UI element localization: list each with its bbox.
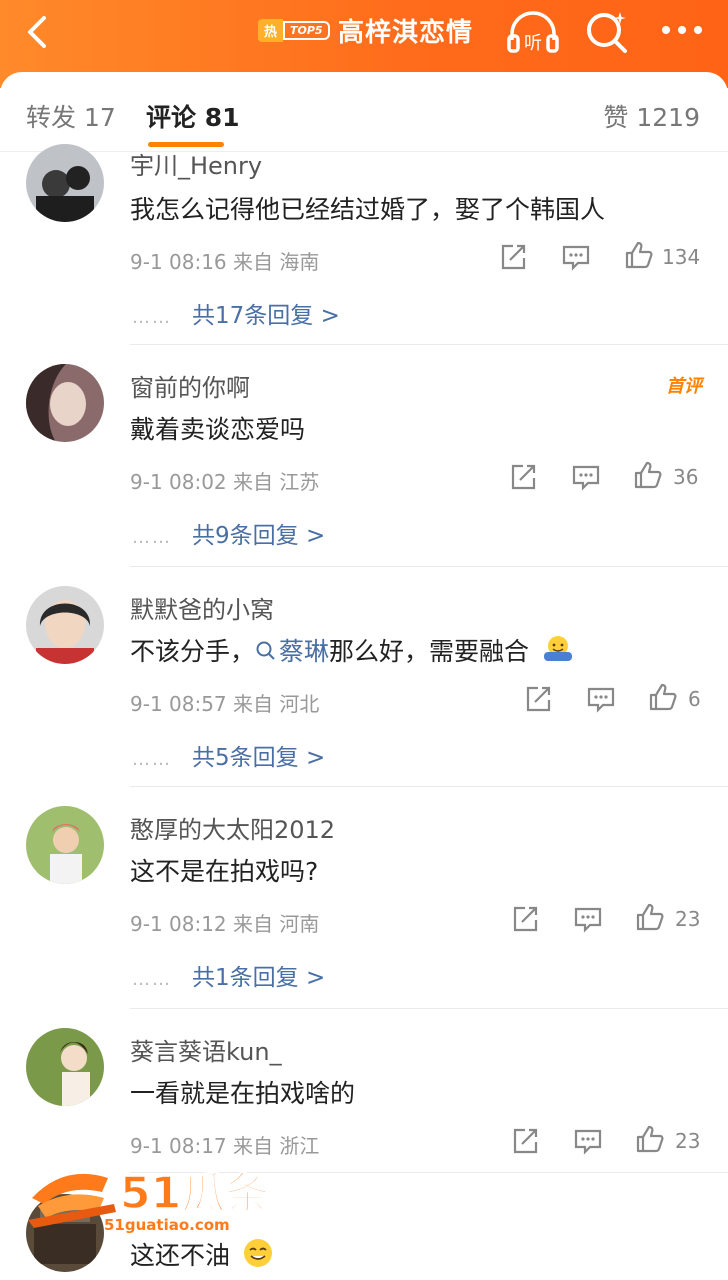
share-icon[interactable] [510, 904, 540, 934]
username[interactable]: 默默爸的小窝 [130, 590, 274, 625]
comment-item: 憨厚的大太阳2012 这不是在拍戏吗? 9-1 08:12 来自 河南 23 …… [0, 806, 728, 1009]
comment-icon[interactable] [571, 462, 601, 492]
like-count: 23 [675, 907, 701, 931]
share-icon[interactable] [510, 1126, 540, 1156]
comment-icon[interactable] [586, 684, 616, 714]
username[interactable]: 憨厚的大太阳2012 [130, 810, 335, 845]
comment-item: 默默爸的小窝 不该分手， 蔡琳那么好，需要融合 9-1 08:57 来自 河北 6… [0, 586, 728, 787]
hug-emoji-icon [544, 636, 572, 661]
like-count: 6 [688, 687, 701, 711]
comment-icon[interactable] [573, 1126, 603, 1156]
tab-repost[interactable]: 转发 17 [26, 98, 116, 134]
share-icon[interactable] [498, 242, 528, 272]
like-thumb-icon[interactable] [633, 460, 663, 490]
comment-text: 这不是在拍戏吗? [130, 857, 319, 886]
reply-count[interactable]: 共1条回复 > [192, 965, 325, 991]
like-thumb-icon[interactable] [635, 902, 665, 932]
hot-rank-badge: 热 TOP5 [258, 16, 330, 44]
watermark-brand: 51瓜条 [120, 1168, 269, 1219]
like-thumb-icon[interactable] [648, 682, 678, 712]
topic-title[interactable]: 高梓淇恋情 [338, 12, 473, 49]
comment-text: 不该分手， 蔡琳那么好，需要融合 [130, 632, 575, 668]
reply-dots: …… [132, 527, 172, 548]
first-comment-badge: 首评 [666, 376, 702, 397]
tab-like[interactable]: 赞 1219 [603, 98, 700, 134]
username[interactable]: 窗前的你啊 [130, 368, 250, 403]
topic-search-icon [256, 641, 275, 660]
search-icon[interactable] [584, 8, 630, 54]
reply-count[interactable]: 共5条回复 > [192, 745, 325, 771]
like-thumb-icon[interactable] [624, 240, 654, 270]
smug-emoji-icon [243, 1239, 272, 1267]
back-arrow-icon[interactable] [18, 12, 58, 52]
share-icon[interactable] [523, 684, 553, 714]
comment-tabs: 转发 17 评论 81 赞 1219 [0, 72, 728, 152]
comment-item: 窗前的你啊 首评 戴着卖谈恋爱吗 9-1 08:02 来自 江苏 36 …… 共9… [0, 364, 728, 567]
avatar[interactable] [26, 364, 104, 442]
more-options-icon[interactable] [660, 22, 704, 38]
hot-label: 热 [258, 18, 284, 42]
like-thumb-icon[interactable] [635, 1124, 665, 1154]
comment-item: 葵言葵语kun_ 一看就是在拍戏啥的 9-1 08:17 来自 浙江 23 [0, 1028, 728, 1173]
comment-icon[interactable] [561, 242, 591, 272]
avatar[interactable] [26, 586, 104, 664]
reply-dots: …… [132, 749, 172, 770]
view-replies-link[interactable]: …… 共5条回复 > [132, 738, 325, 772]
avatar[interactable] [26, 806, 104, 884]
share-icon[interactable] [508, 462, 538, 492]
divider [130, 344, 728, 345]
avatar[interactable] [26, 1028, 104, 1106]
watermark-logo: 51瓜条 51guatiao.com [24, 1158, 284, 1238]
username[interactable]: 宇川_Henry [130, 152, 262, 181]
watermark-graphic: 51瓜条 51guatiao.com [28, 1167, 270, 1234]
comment-meta: 9-1 08:16 来自 海南 [130, 250, 320, 274]
view-replies-link[interactable]: …… 共17条回复 > [132, 296, 340, 330]
reply-count[interactable]: 共9条回复 > [192, 523, 325, 549]
topic-name[interactable]: 蔡琳 [279, 637, 329, 666]
comment-meta: 9-1 08:12 来自 河南 [130, 912, 320, 936]
comment-text: 一看就是在拍戏啥的 [130, 1079, 356, 1108]
topic-link[interactable]: 蔡琳 [255, 637, 329, 666]
comment-meta: 9-1 08:57 来自 河北 [130, 692, 320, 716]
like-count: 36 [673, 465, 699, 489]
comment-text: 戴着卖谈恋爱吗 [130, 415, 306, 444]
listen-label: 听 [524, 33, 542, 54]
comment-text: 这还不油 [130, 1236, 274, 1272]
watermark-url: 51guatiao.com [104, 1216, 230, 1234]
comment-icon[interactable] [573, 904, 603, 934]
comment-text-body: 这还不油 [130, 1241, 231, 1270]
reply-dots: …… [132, 307, 172, 328]
comment-text-prefix: 不该分手， [130, 637, 256, 666]
comment-item: 宇川_Henry 我怎么记得他已经结过婚了，娶了个韩国人 9-1 08:16 来… [0, 144, 728, 345]
comment-text: 我怎么记得他已经结过婚了，娶了个韩国人 [130, 195, 606, 224]
view-replies-link[interactable]: …… 共9条回复 > [132, 516, 325, 550]
reply-dots: …… [132, 969, 172, 990]
avatar[interactable] [26, 144, 104, 222]
view-replies-link[interactable]: …… 共1条回复 > [132, 958, 325, 992]
comment-meta: 9-1 08:02 来自 江苏 [130, 470, 320, 494]
comment-text-suffix: 那么好，需要融合 [329, 637, 530, 666]
like-count: 134 [662, 245, 701, 269]
username[interactable]: 葵言葵语kun_ [130, 1032, 282, 1067]
divider [130, 786, 728, 787]
listen-headphone-icon[interactable]: 听 [506, 8, 560, 56]
top-rank-label: TOP5 [283, 20, 330, 40]
divider [130, 566, 728, 567]
reply-count[interactable]: 共17条回复 > [192, 303, 340, 329]
active-tab-indicator [148, 142, 224, 147]
like-count: 23 [675, 1129, 701, 1153]
tab-comment[interactable]: 评论 81 [146, 98, 240, 134]
comment-meta: 9-1 08:17 来自 浙江 [130, 1134, 320, 1158]
divider [130, 1008, 728, 1009]
